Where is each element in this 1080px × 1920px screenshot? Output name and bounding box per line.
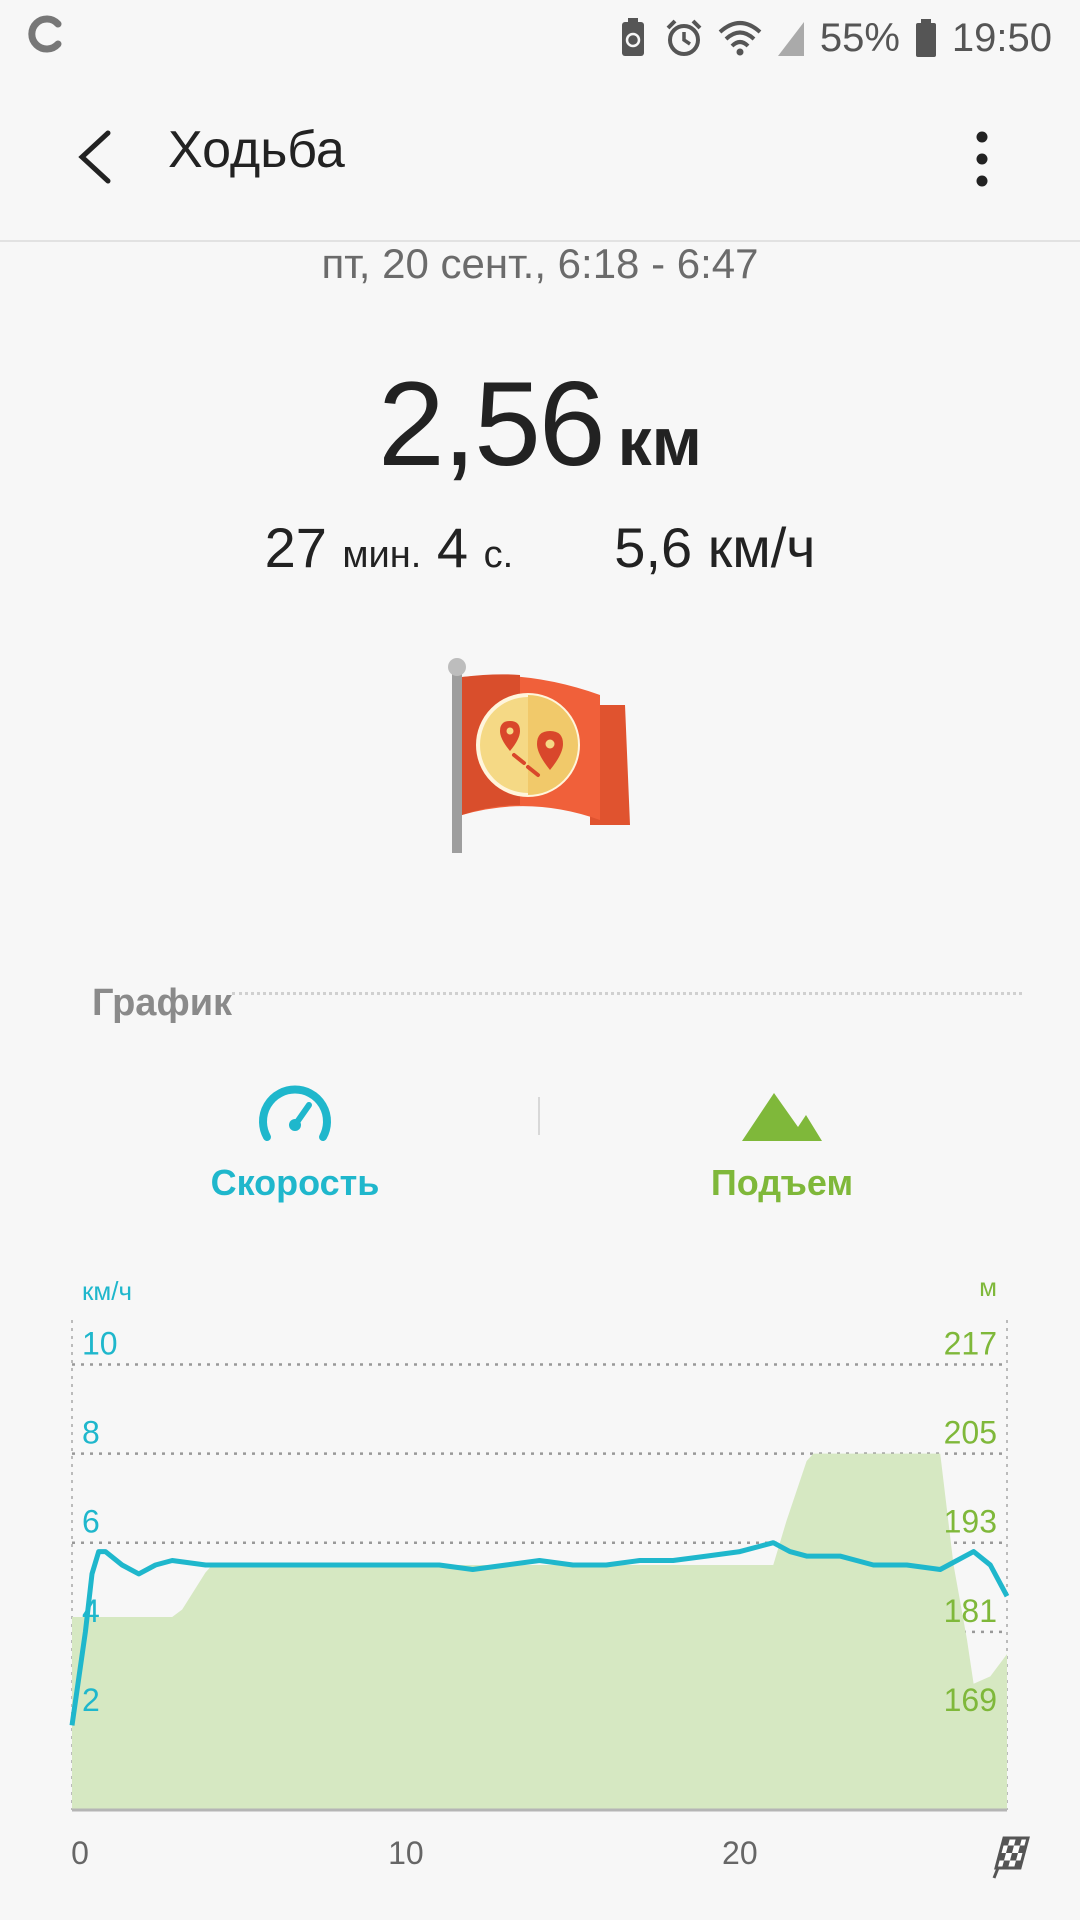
battery-saver-icon: [621, 18, 644, 56]
tab-speed-label: Скорость: [210, 1162, 380, 1203]
left-tick-label: 6: [82, 1504, 100, 1540]
tab-elevation[interactable]: Подъем: [582, 1085, 982, 1205]
left-tick-label: 4: [82, 1593, 100, 1629]
left-axis-unit: км/ч: [82, 1276, 132, 1306]
left-tick-label: 10: [82, 1326, 118, 1362]
speed-elevation-chart: км/ч м 10 8 6 4 2 217 205 193 181 169 0 10 20: [69, 1272, 1030, 1879]
right-tick-label: 193: [944, 1504, 997, 1540]
graph-section-label: График: [92, 982, 233, 1024]
right-axis-unit: м: [979, 1272, 997, 1302]
left-tick-label: 2: [82, 1682, 100, 1718]
workout-datetime: пт, 20 сент., 6:18 - 6:47: [321, 240, 759, 287]
page-title: Ходьба: [168, 121, 345, 179]
x-tick-label: 10: [388, 1835, 424, 1871]
alarm-icon: [666, 19, 702, 56]
speedometer-icon: [259, 1085, 331, 1141]
duration-minutes-unit: мин.: [342, 534, 422, 576]
more-vert-icon[interactable]: [960, 127, 1004, 191]
battery-icon: [915, 19, 936, 57]
wifi-icon: [718, 21, 762, 56]
clock: 19:50: [951, 15, 1052, 60]
status-bar: 55% 19:50: [0, 0, 1080, 75]
sync-icon: [28, 15, 62, 53]
right-tick-label: 181: [944, 1593, 997, 1629]
tab-divider: [538, 1097, 540, 1135]
finish-flag-icon: [992, 1836, 1030, 1879]
workout-stats: 27 мин. 4 с. 5,6 км/ч: [0, 515, 1080, 580]
distance-display: 2,56 км: [0, 355, 1080, 493]
right-tick-label: 169: [944, 1682, 997, 1718]
x-tick-label: 0: [71, 1835, 89, 1871]
right-tick-label: 205: [944, 1415, 997, 1451]
right-tick-label: 217: [944, 1326, 997, 1362]
back-arrow-icon[interactable]: [70, 127, 120, 187]
app-bar: Ходьба: [0, 75, 1080, 242]
elevation-area: [72, 1453, 1007, 1810]
tab-speed[interactable]: Скорость: [95, 1085, 495, 1205]
mountain-icon: [742, 1093, 822, 1141]
tab-elevation-label: Подъем: [710, 1162, 854, 1203]
distance-value: 2,56: [378, 357, 606, 491]
distance-unit: км: [617, 404, 702, 480]
left-tick-label: 8: [82, 1415, 100, 1451]
duration-minutes: 27: [264, 516, 327, 579]
status-right: 55% 19:50: [616, 10, 1052, 66]
battery-percent: 55%: [819, 15, 900, 60]
duration-seconds-unit: с.: [483, 534, 514, 576]
section-divider: [232, 992, 1022, 995]
duration-seconds: 4: [436, 516, 469, 579]
signal-icon: [777, 22, 804, 56]
route-flag-icon: [448, 658, 630, 853]
average-speed: 5,6 км/ч: [614, 516, 816, 579]
x-tick-label: 20: [722, 1835, 758, 1871]
